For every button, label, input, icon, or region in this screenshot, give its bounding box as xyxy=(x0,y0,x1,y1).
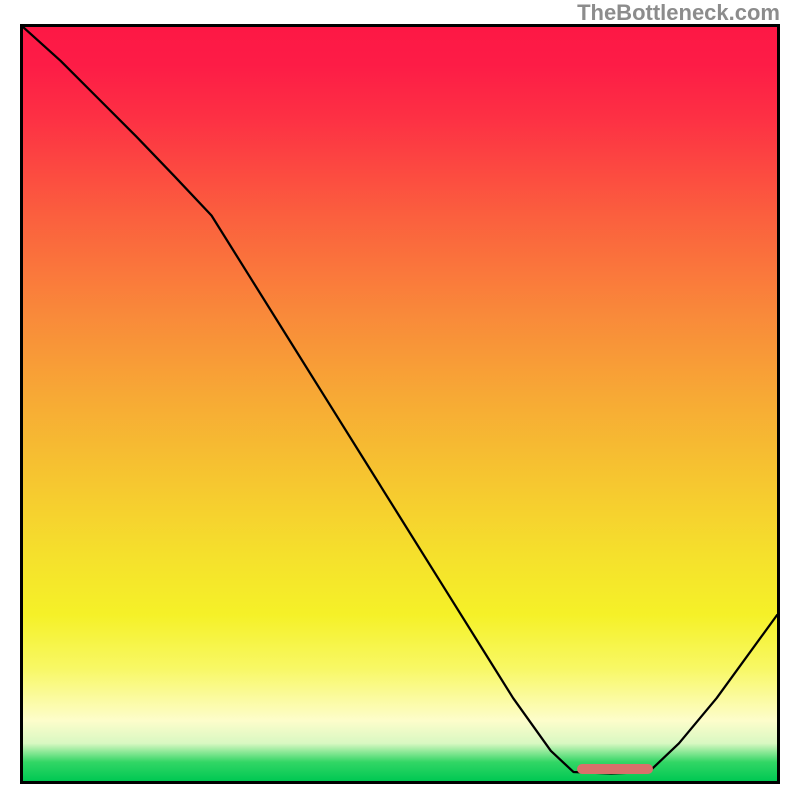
watermark-text: TheBottleneck.com xyxy=(577,0,780,26)
plot-area xyxy=(20,24,780,784)
curve-svg xyxy=(23,27,777,781)
optimum-marker xyxy=(577,764,652,774)
bottleneck-curve xyxy=(23,27,777,773)
